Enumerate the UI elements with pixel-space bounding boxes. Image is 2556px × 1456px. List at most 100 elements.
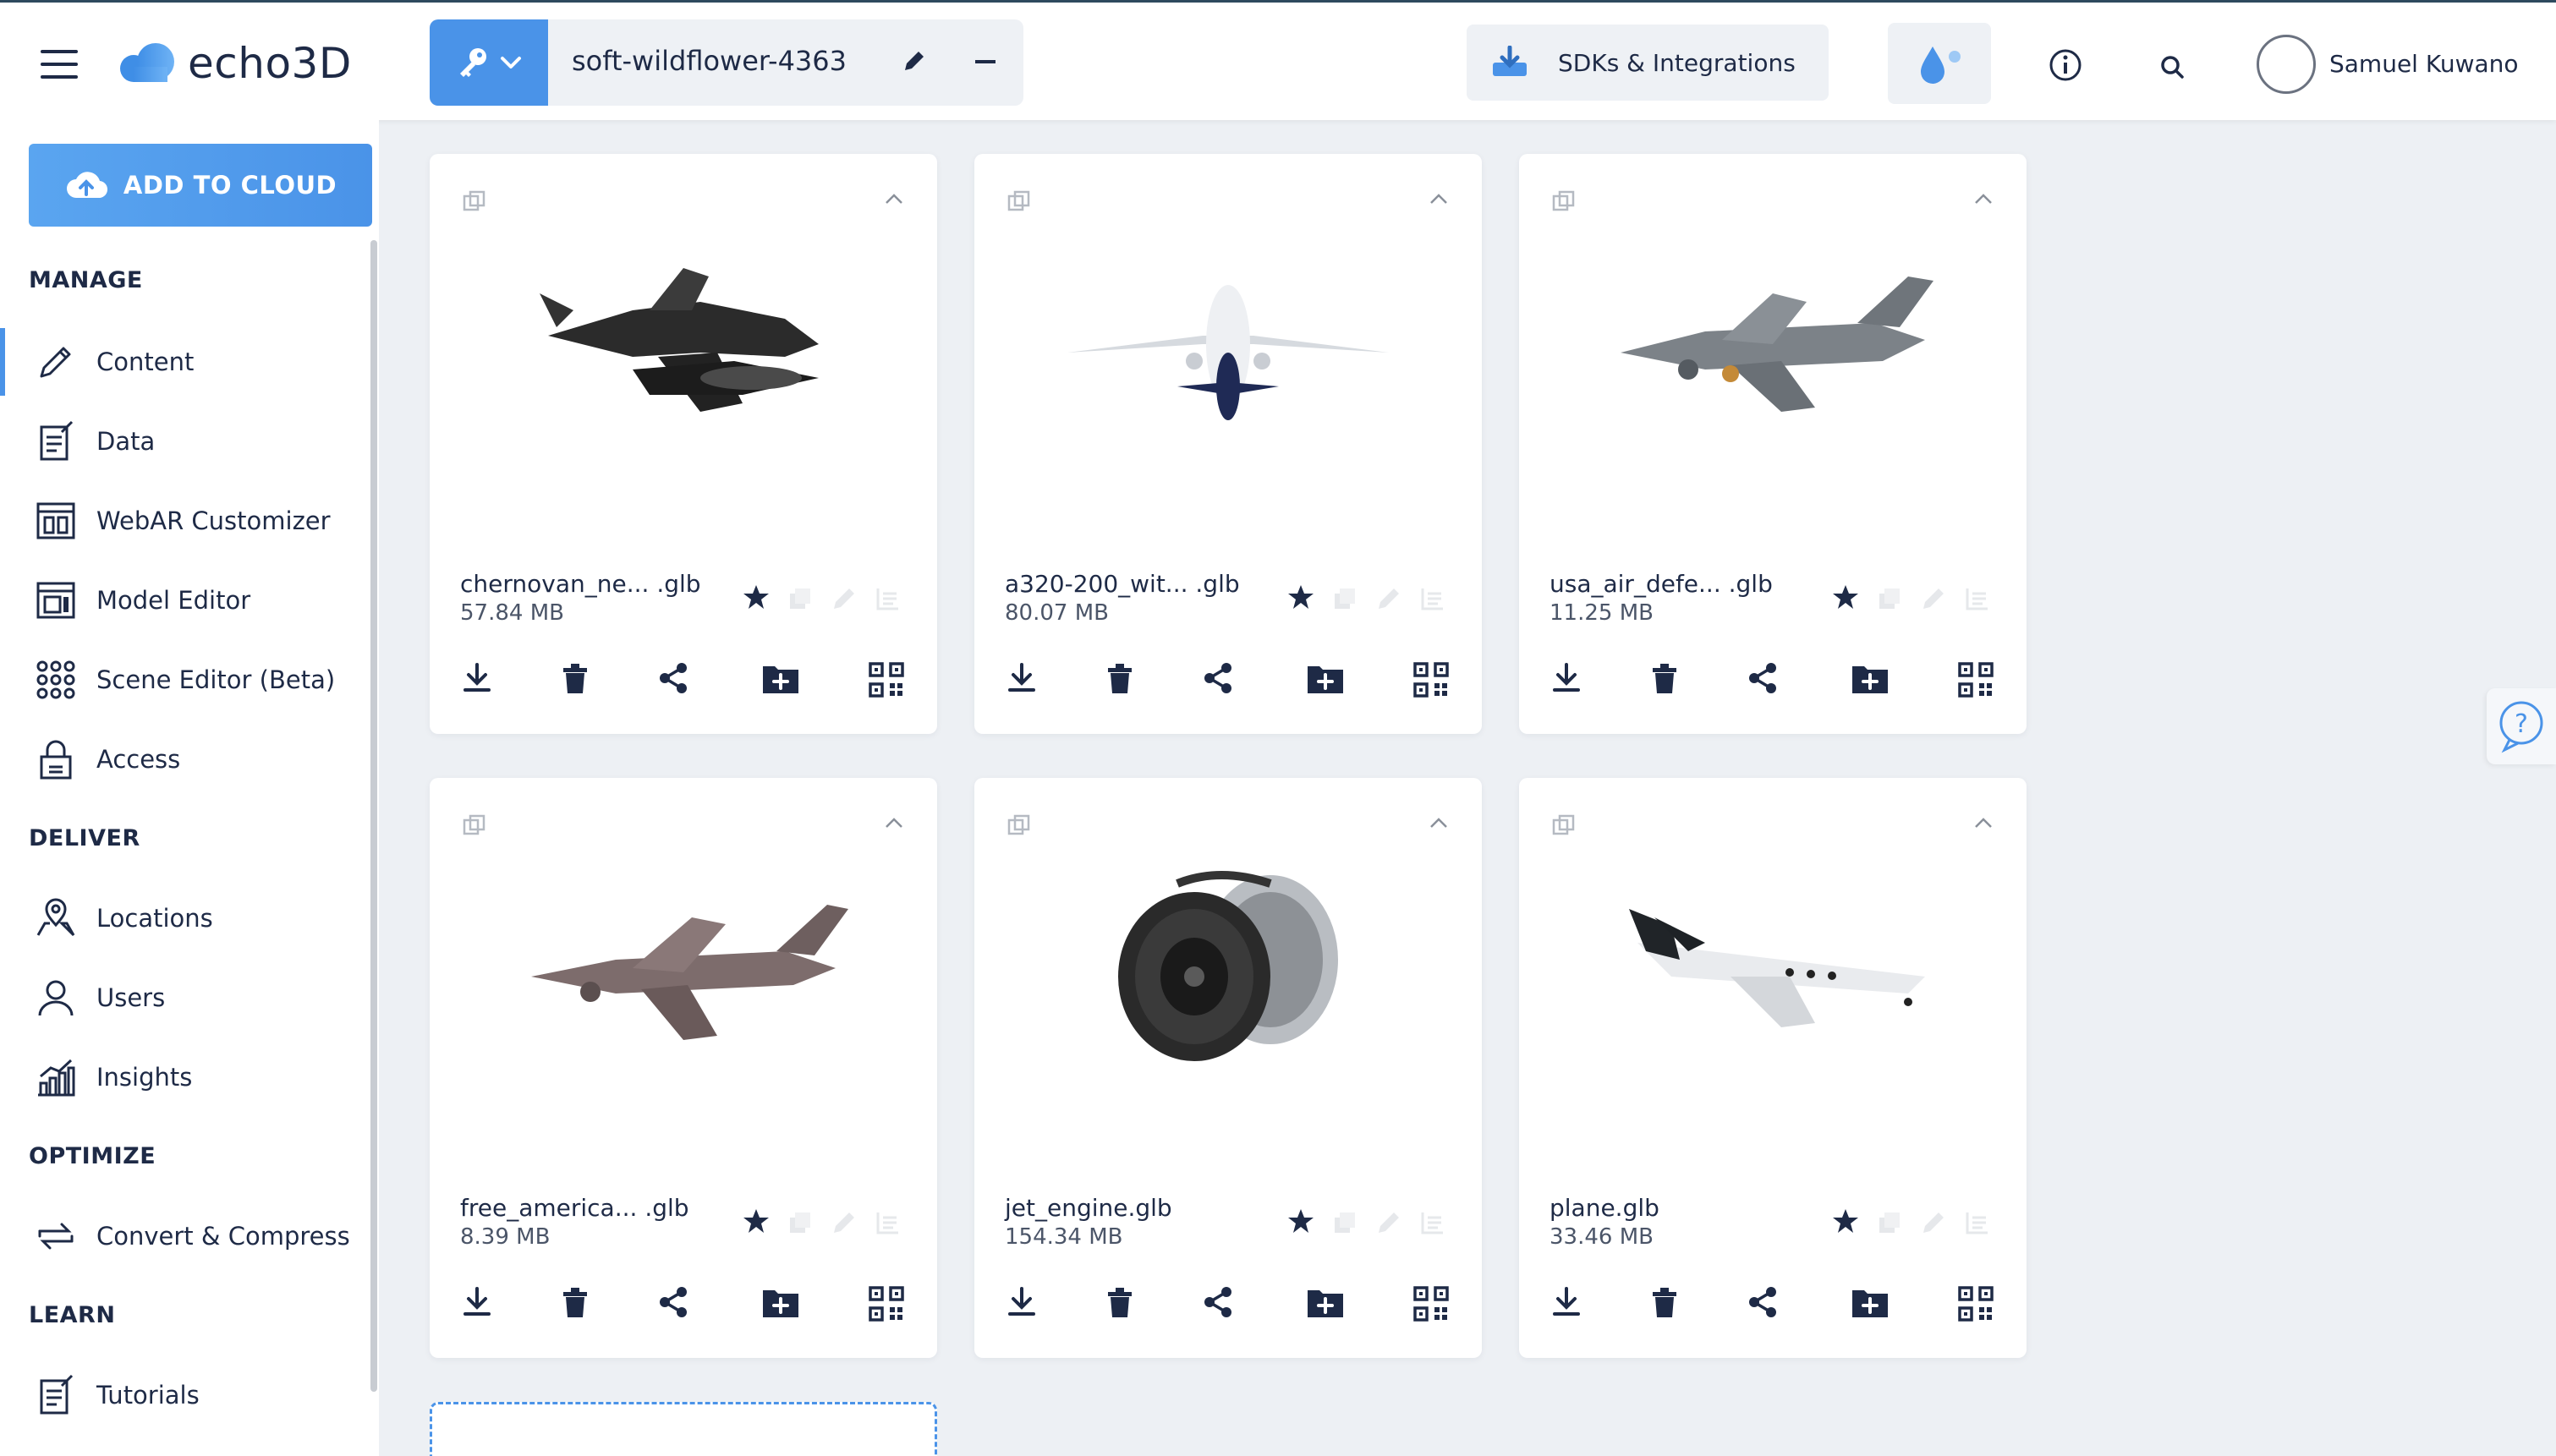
- share-icon[interactable]: [1746, 1285, 1780, 1319]
- sdks-integrations-button[interactable]: SDKs & Integrations: [1467, 25, 1829, 101]
- chevron-up-icon[interactable]: [1972, 191, 1994, 206]
- qr-code-icon[interactable]: [868, 1285, 905, 1322]
- copy-id-icon[interactable]: [1551, 813, 1577, 839]
- duplicate-icon[interactable]: [1331, 1209, 1358, 1236]
- qr-code-icon[interactable]: [1412, 661, 1450, 698]
- asset-card[interactable]: plane.glb 33.46 MB: [1519, 778, 2027, 1358]
- share-icon[interactable]: [1746, 661, 1780, 695]
- sidebar-item-webar-customizer[interactable]: WebAR Customizer: [0, 487, 370, 555]
- edit-icon[interactable]: [1375, 1209, 1402, 1236]
- chevron-up-icon[interactable]: [1428, 191, 1450, 206]
- copy-id-icon[interactable]: [1551, 189, 1577, 215]
- details-icon[interactable]: [875, 1209, 902, 1236]
- edit-project-icon[interactable]: [900, 47, 929, 75]
- edit-icon[interactable]: [831, 585, 858, 612]
- model-thumbnail[interactable]: [1604, 247, 1942, 441]
- sidebar-item-locations[interactable]: Locations: [0, 884, 370, 952]
- star-icon[interactable]: [1287, 1207, 1314, 1234]
- edit-icon[interactable]: [831, 1209, 858, 1236]
- download-icon[interactable]: [460, 661, 494, 695]
- star-icon[interactable]: [1832, 1207, 1859, 1234]
- sidebar-item-scene-editor[interactable]: Scene Editor (Beta): [0, 646, 370, 714]
- details-icon[interactable]: [1964, 1209, 1991, 1236]
- trash-icon[interactable]: [1105, 661, 1135, 695]
- hamburger-menu-icon[interactable]: [41, 50, 78, 79]
- download-icon[interactable]: [1550, 661, 1583, 695]
- edit-icon[interactable]: [1920, 1209, 1947, 1236]
- add-to-folder-icon[interactable]: [1306, 1285, 1345, 1319]
- qr-code-icon[interactable]: [868, 661, 905, 698]
- sidebar-item-convert-compress[interactable]: Convert & Compress: [0, 1202, 370, 1270]
- trash-icon[interactable]: [560, 661, 590, 695]
- user-name[interactable]: Samuel Kuwano: [2329, 50, 2519, 78]
- star-icon[interactable]: [743, 1207, 770, 1234]
- model-thumbnail[interactable]: [514, 871, 853, 1065]
- star-icon[interactable]: [743, 583, 770, 610]
- echo3d-logo[interactable]: echo3D: [117, 36, 352, 90]
- sidebar-item-users[interactable]: Users: [0, 964, 370, 1032]
- duplicate-icon[interactable]: [1876, 585, 1903, 612]
- trash-icon[interactable]: [1649, 1285, 1680, 1319]
- star-icon[interactable]: [1287, 583, 1314, 610]
- chevron-up-icon[interactable]: [883, 815, 905, 830]
- help-button[interactable]: ?: [2487, 688, 2556, 764]
- project-selector[interactable]: soft-wildflower-4363: [548, 19, 1023, 106]
- copy-id-icon[interactable]: [462, 813, 487, 839]
- share-icon[interactable]: [1201, 661, 1235, 695]
- asset-card[interactable]: free_america... .glb 8.39 MB: [430, 778, 937, 1358]
- sidebar-item-tutorials[interactable]: Tutorials: [0, 1361, 370, 1429]
- download-icon[interactable]: [1005, 661, 1039, 695]
- details-icon[interactable]: [1419, 585, 1446, 612]
- share-icon[interactable]: [656, 1285, 690, 1319]
- chevron-up-icon[interactable]: [1972, 815, 1994, 830]
- sidebar-item-access[interactable]: Access: [0, 725, 370, 793]
- sidebar-item-insights[interactable]: Insights: [0, 1043, 370, 1111]
- duplicate-icon[interactable]: [1331, 585, 1358, 612]
- duplicate-icon[interactable]: [787, 1209, 814, 1236]
- add-to-folder-icon[interactable]: [1851, 661, 1890, 695]
- copy-id-icon[interactable]: [1006, 189, 1032, 215]
- duplicate-icon[interactable]: [787, 585, 814, 612]
- sidebar-item-model-editor[interactable]: Model Editor: [0, 567, 370, 634]
- details-icon[interactable]: [1419, 1209, 1446, 1236]
- api-key-button[interactable]: [430, 19, 548, 106]
- copy-id-icon[interactable]: [462, 189, 487, 215]
- edit-icon[interactable]: [1375, 585, 1402, 612]
- qr-code-icon[interactable]: [1957, 661, 1994, 698]
- star-icon[interactable]: [1832, 583, 1859, 610]
- credits-button[interactable]: [1888, 23, 1991, 104]
- info-icon[interactable]: [2049, 48, 2082, 82]
- details-icon[interactable]: [1964, 585, 1991, 612]
- trash-icon[interactable]: [1649, 661, 1680, 695]
- trash-icon[interactable]: [560, 1285, 590, 1319]
- qr-code-icon[interactable]: [1412, 1285, 1450, 1322]
- edit-icon[interactable]: [1920, 585, 1947, 612]
- share-icon[interactable]: [656, 661, 690, 695]
- search-icon[interactable]: [2158, 53, 2186, 80]
- qr-code-icon[interactable]: [1957, 1285, 1994, 1322]
- asset-card[interactable]: usa_air_defe... .glb 11.25 MB: [1519, 154, 2027, 734]
- copy-id-icon[interactable]: [1006, 813, 1032, 839]
- download-icon[interactable]: [460, 1285, 494, 1319]
- add-to-folder-icon[interactable]: [1306, 661, 1345, 695]
- asset-card[interactable]: jet_engine.glb 154.34 MB: [974, 778, 1482, 1358]
- model-thumbnail[interactable]: [1604, 871, 1942, 1065]
- sidebar-scrollbar[interactable]: [370, 240, 377, 1392]
- chevron-up-icon[interactable]: [1428, 815, 1450, 830]
- download-icon[interactable]: [1550, 1285, 1583, 1319]
- sidebar-item-content[interactable]: Content: [0, 328, 370, 396]
- sidebar-item-data[interactable]: Data: [0, 408, 370, 475]
- trash-icon[interactable]: [1105, 1285, 1135, 1319]
- add-to-folder-icon[interactable]: [761, 661, 800, 695]
- details-icon[interactable]: [875, 585, 902, 612]
- model-thumbnail[interactable]: [1059, 247, 1397, 441]
- duplicate-icon[interactable]: [1876, 1209, 1903, 1236]
- avatar[interactable]: [2257, 35, 2316, 94]
- add-to-cloud-button[interactable]: ADD TO CLOUD: [29, 144, 372, 227]
- add-to-folder-icon[interactable]: [1851, 1285, 1890, 1319]
- model-thumbnail[interactable]: [1059, 871, 1397, 1065]
- minus-icon[interactable]: [975, 60, 996, 63]
- add-to-folder-icon[interactable]: [761, 1285, 800, 1319]
- model-thumbnail[interactable]: [514, 247, 853, 441]
- chevron-up-icon[interactable]: [883, 191, 905, 206]
